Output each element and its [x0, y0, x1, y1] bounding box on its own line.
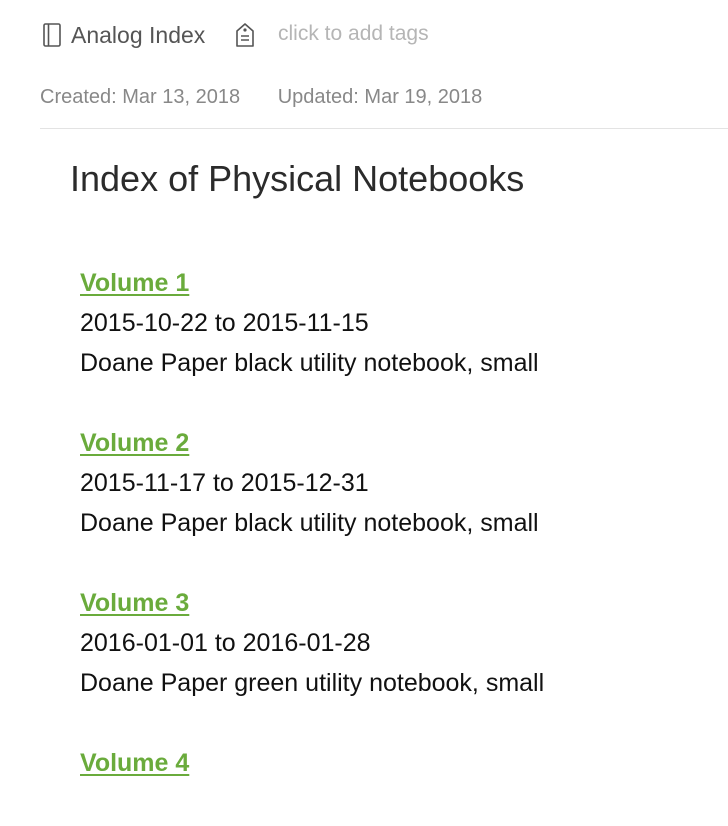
note-metadata: Created: Mar 13, 2018 Updated: Mar 19, 2… [40, 86, 482, 109]
volume-dates: 2016-01-01 to 2016-01-28 [80, 629, 371, 657]
notebook-selector[interactable]: Analog Index [43, 20, 205, 50]
volume-entry: Volume 1 2015-10-22 to 2015-11-15 Doane … [80, 266, 720, 386]
volume-link[interactable]: Volume 1 [80, 266, 720, 306]
volume-entry: Volume 4 [80, 746, 720, 786]
notebook-name: Analog Index [71, 21, 206, 48]
tag-input[interactable] [278, 19, 578, 49]
volume-description: Doane Paper black utility notebook, smal… [80, 349, 539, 377]
volume-entry: Volume 3 2016-01-01 to 2016-01-28 Doane … [80, 586, 720, 706]
volume-dates: 2015-11-17 to 2015-12-31 [80, 469, 369, 497]
notebook-icon [43, 23, 61, 47]
volume-link[interactable]: Volume 4 [80, 746, 720, 786]
volume-entry: Volume 2 2015-11-17 to 2015-12-31 Doane … [80, 426, 720, 546]
volume-link[interactable]: Volume 3 [80, 586, 720, 626]
updated-date: Updated: Mar 19, 2018 [277, 86, 483, 108]
volume-list: Volume 1 2015-10-22 to 2015-11-15 Doane … [80, 266, 720, 826]
note-title[interactable]: Index of Physical Notebooks [70, 158, 524, 200]
volume-description: Doane Paper green utility notebook, smal… [80, 669, 545, 697]
volume-dates: 2015-10-22 to 2015-11-15 [80, 309, 369, 337]
note-header: Analog Index [0, 0, 728, 70]
created-date: Created: Mar 13, 2018 [40, 86, 241, 108]
volume-link[interactable]: Volume 2 [80, 426, 720, 466]
header-divider [40, 128, 728, 129]
volume-description: Doane Paper black utility notebook, smal… [80, 509, 539, 537]
tag-icon[interactable] [234, 22, 256, 48]
